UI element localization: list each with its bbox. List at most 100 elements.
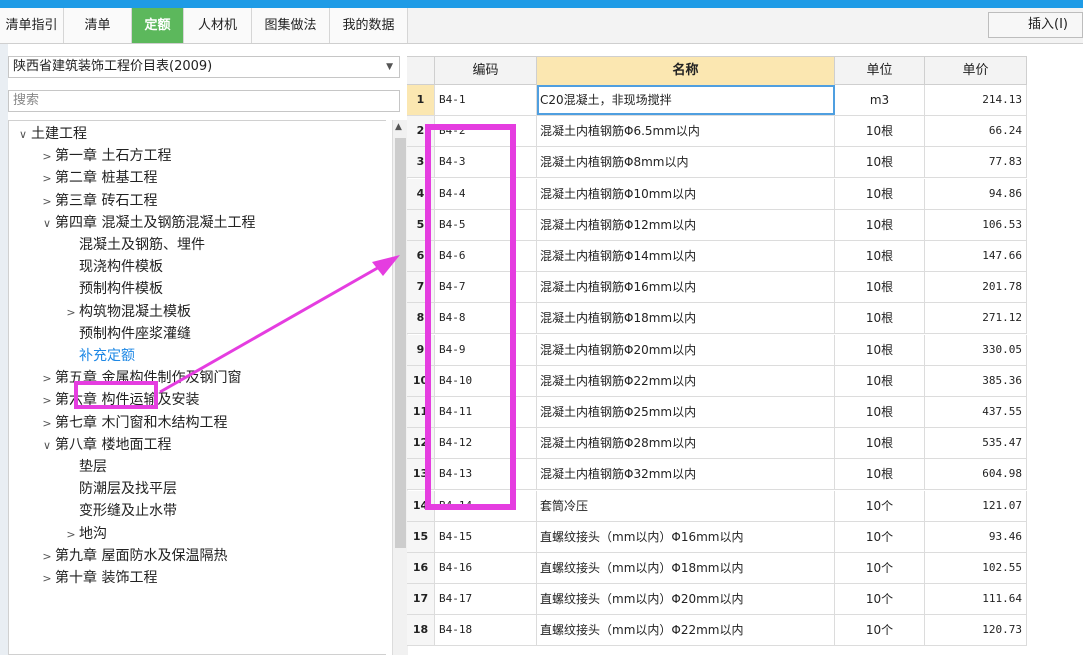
unit-cell[interactable]: 10个 [835, 553, 925, 583]
tab-my-data[interactable]: 我的数据 [330, 8, 408, 43]
name-cell[interactable]: 混凝土内植钢筋Φ25mm以内 [537, 397, 835, 427]
chevron-right-icon[interactable]: > [39, 168, 55, 190]
name-cell[interactable]: 混凝土内植钢筋Φ32mm以内 [537, 459, 835, 490]
price-cell[interactable]: 106.53 [925, 209, 1027, 240]
chevron-down-icon[interactable]: ▼ [386, 57, 393, 77]
unit-cell[interactable]: 10根 [835, 459, 925, 490]
chevron-right-icon[interactable]: > [39, 368, 55, 390]
name-cell[interactable]: 混凝土内植钢筋Φ14mm以内 [537, 241, 835, 271]
unit-cell[interactable]: 10根 [835, 334, 925, 365]
tree-node[interactable]: > 地沟 [63, 523, 107, 545]
tab-bill-guide[interactable]: 清单指引 [0, 8, 64, 43]
name-cell[interactable]: 直螺纹接头（mm以内）Φ16mm以内 [537, 521, 835, 552]
header-price[interactable]: 单价 [925, 57, 1027, 85]
row-number[interactable]: 18 [407, 615, 435, 646]
name-cell[interactable]: 混凝土内植钢筋Φ20mm以内 [537, 334, 835, 365]
chevron-right-icon[interactable]: > [39, 390, 55, 412]
code-cell[interactable]: B4-1 [435, 85, 537, 115]
tree-node[interactable]: > 构筑物混凝土模板 [63, 301, 191, 323]
chevron-right-icon[interactable]: > [39, 546, 55, 568]
table-row[interactable]: 1 B4-1 C20混凝土，非现场搅拌 m3 214.13 [407, 85, 1027, 116]
name-cell[interactable]: 直螺纹接头（mm以内）Φ20mm以内 [537, 584, 835, 615]
price-cell[interactable]: 121.07 [925, 490, 1027, 521]
price-cell[interactable]: 214.13 [925, 85, 1027, 115]
price-cell[interactable]: 111.64 [925, 584, 1027, 615]
chevron-right-icon[interactable]: > [63, 302, 79, 324]
unit-cell[interactable]: 10根 [835, 365, 925, 396]
unit-cell[interactable]: 10个 [835, 521, 925, 552]
tree-node[interactable]: ∨ 第四章 混凝土及钢筋混凝土工程 [39, 212, 255, 234]
unit-cell[interactable]: 10根 [835, 147, 925, 178]
tab-atlas-method[interactable]: 图集做法 [252, 8, 330, 43]
name-cell[interactable]: 直螺纹接头（mm以内）Φ22mm以内 [537, 615, 835, 646]
tree-node[interactable]: ∨ 土建工程 [15, 123, 87, 145]
tab-bill[interactable]: 清单 [64, 8, 132, 43]
price-cell[interactable]: 535.47 [925, 428, 1027, 459]
header-code[interactable]: 编码 [435, 57, 537, 85]
chevron-down-icon[interactable]: ∨ [15, 124, 31, 146]
header-unit[interactable]: 单位 [835, 57, 925, 85]
tree-node[interactable]: > 第九章 屋面防水及保温隔热 [39, 545, 227, 567]
price-cell[interactable]: 271.12 [925, 303, 1027, 334]
tree-node[interactable]: > 第一章 土石方工程 [39, 145, 171, 167]
table-row[interactable]: 16 B4-16 直螺纹接头（mm以内）Φ18mm以内 10个 102.55 [407, 553, 1027, 584]
unit-cell[interactable]: 10根 [835, 428, 925, 459]
price-cell[interactable]: 437.55 [925, 397, 1027, 427]
row-number[interactable]: 15 [407, 521, 435, 552]
header-name[interactable]: 名称 [537, 57, 835, 85]
tree-node[interactable]: ∨ 第八章 楼地面工程 [39, 434, 171, 456]
name-cell[interactable]: 混凝土内植钢筋Φ16mm以内 [537, 272, 835, 303]
price-cell[interactable]: 604.98 [925, 459, 1027, 490]
row-number[interactable]: 1 [407, 85, 435, 115]
price-cell[interactable]: 385.36 [925, 365, 1027, 396]
unit-cell[interactable]: 10个 [835, 584, 925, 615]
tree-scrollbar[interactable]: ▲ [392, 120, 408, 655]
unit-cell[interactable]: 10根 [835, 397, 925, 427]
unit-cell[interactable]: 10根 [835, 209, 925, 240]
insert-button[interactable]: 插入(I) [988, 12, 1083, 38]
tree-node[interactable]: 混凝土及钢筋、埋件 [63, 234, 205, 256]
price-cell[interactable]: 93.46 [925, 521, 1027, 552]
code-cell[interactable]: B4-15 [435, 521, 537, 552]
name-cell[interactable]: 混凝土内植钢筋Φ10mm以内 [537, 178, 835, 209]
scroll-up-icon[interactable]: ▲ [395, 122, 402, 132]
row-number[interactable]: 17 [407, 584, 435, 615]
table-row[interactable]: 15 B4-15 直螺纹接头（mm以内）Φ16mm以内 10个 93.46 [407, 521, 1027, 553]
chevron-right-icon[interactable]: > [63, 524, 79, 546]
chevron-right-icon[interactable]: > [39, 146, 55, 168]
tree-node[interactable]: 现浇构件模板 [63, 256, 163, 278]
name-cell[interactable]: C20混凝土，非现场搅拌 [537, 85, 835, 115]
chevron-right-icon[interactable]: > [39, 568, 55, 590]
tree-node[interactable]: > 第十章 装饰工程 [39, 567, 157, 589]
tree-node[interactable]: 补充定额 [63, 345, 135, 367]
tab-quota[interactable]: 定额 [132, 8, 184, 43]
chevron-down-icon[interactable]: ∨ [39, 213, 55, 235]
unit-cell[interactable]: 10根 [835, 272, 925, 303]
code-cell[interactable]: B4-17 [435, 584, 537, 615]
library-select[interactable]: 陕西省建筑装饰工程价目表(2009) ▼ [8, 56, 400, 78]
price-cell[interactable]: 66.24 [925, 116, 1027, 147]
tab-labor-material-machine[interactable]: 人材机 [184, 8, 252, 43]
table-row[interactable]: 18 B4-18 直螺纹接头（mm以内）Φ22mm以内 10个 120.73 [407, 615, 1027, 647]
scrollbar-thumb[interactable] [395, 138, 406, 548]
unit-cell[interactable]: m3 [835, 85, 925, 115]
unit-cell[interactable]: 10根 [835, 303, 925, 334]
unit-cell[interactable]: 10个 [835, 615, 925, 646]
name-cell[interactable]: 直螺纹接头（mm以内）Φ18mm以内 [537, 553, 835, 583]
chevron-right-icon[interactable]: > [39, 413, 55, 435]
name-cell[interactable]: 混凝土内植钢筋Φ18mm以内 [537, 303, 835, 334]
table-row[interactable]: 17 B4-17 直螺纹接头（mm以内）Φ20mm以内 10个 111.64 [407, 584, 1027, 616]
unit-cell[interactable]: 10根 [835, 116, 925, 147]
chevron-right-icon[interactable]: > [39, 191, 55, 213]
tree-node[interactable]: > 第三章 砖石工程 [39, 190, 157, 212]
price-cell[interactable]: 77.83 [925, 147, 1027, 178]
name-cell[interactable]: 混凝土内植钢筋Φ8mm以内 [537, 147, 835, 178]
price-cell[interactable]: 94.86 [925, 178, 1027, 209]
tree-node[interactable]: 预制构件模板 [63, 278, 163, 300]
price-cell[interactable]: 330.05 [925, 334, 1027, 365]
search-input[interactable]: 搜索 [8, 90, 400, 112]
price-cell[interactable]: 120.73 [925, 615, 1027, 646]
name-cell[interactable]: 混凝土内植钢筋Φ6.5mm以内 [537, 116, 835, 147]
unit-cell[interactable]: 10根 [835, 241, 925, 271]
tree-node[interactable]: 变形缝及止水带 [63, 500, 177, 522]
